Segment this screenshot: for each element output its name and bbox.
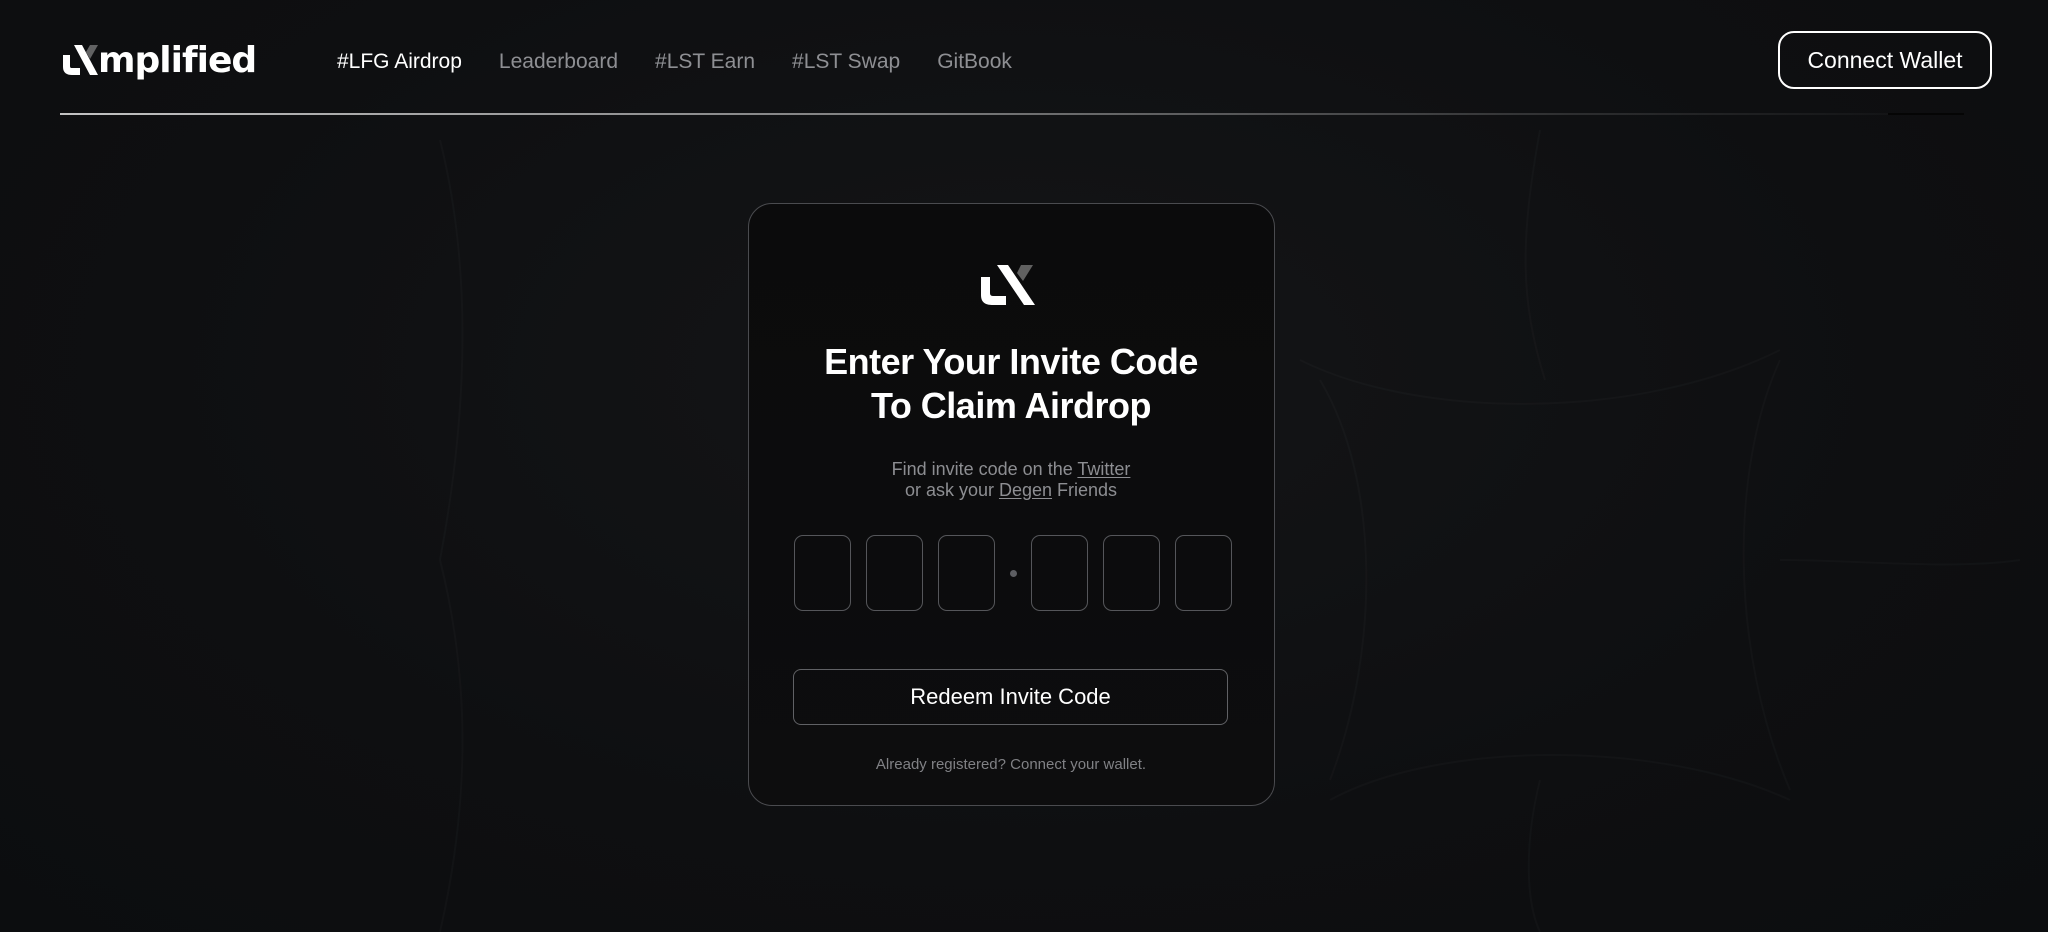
nav-item-lst-earn[interactable]: #LST Earn: [655, 47, 755, 77]
brand-name: mplified: [98, 40, 257, 81]
degen-link[interactable]: Degen: [999, 480, 1052, 500]
invite-code-card: Enter Your Invite Code To Claim Airdrop …: [748, 203, 1275, 806]
connect-wallet-button[interactable]: Connect Wallet: [1778, 31, 1992, 89]
subtitle-line-2: or ask your Degen Friends: [749, 480, 1273, 501]
card-subtitle: Find invite code on the Twitter or ask y…: [749, 459, 1273, 501]
subtitle-line-1-text: Find invite code on the: [891, 459, 1078, 479]
already-registered-text[interactable]: Already registered? Connect your wallet.: [749, 756, 1273, 773]
amplified-logo-icon: [981, 265, 1035, 305]
brand-logo[interactable]: mplified: [60, 38, 257, 84]
code-digit-2[interactable]: [866, 535, 923, 611]
redeem-invite-code-button[interactable]: Redeem Invite Code: [793, 669, 1228, 725]
amplified-logo-icon: [63, 45, 98, 75]
header-divider-end: [1888, 113, 1964, 115]
card-title-line-2: To Claim Airdrop: [871, 385, 1152, 426]
card-title: Enter Your Invite Code To Claim Airdrop: [749, 340, 1273, 428]
nav-item-lst-swap[interactable]: #LST Swap: [792, 47, 900, 77]
subtitle-line-1: Find invite code on the Twitter: [749, 459, 1273, 480]
code-separator-dot: [1010, 569, 1017, 577]
code-digit-5[interactable]: [1103, 535, 1160, 611]
header-divider: [60, 113, 1965, 115]
nav-item-gitbook[interactable]: GitBook: [937, 47, 1012, 77]
invite-code-inputs: [794, 535, 1232, 611]
code-digit-4[interactable]: [1031, 535, 1088, 611]
main-nav: #LFG Airdrop Leaderboard #LST Earn #LST …: [337, 47, 1012, 77]
subtitle-line-2-text: or ask your: [904, 480, 999, 500]
code-digit-1[interactable]: [794, 535, 851, 611]
top-header: mplified #LFG Airdrop Leaderboard #LST E…: [0, 0, 2048, 116]
code-digit-6[interactable]: [1175, 535, 1232, 611]
nav-item-lfg-airdrop[interactable]: #LFG Airdrop: [337, 47, 462, 77]
nav-item-leaderboard[interactable]: Leaderboard: [499, 47, 618, 77]
twitter-link[interactable]: Twitter: [1077, 459, 1130, 479]
page: mplified #LFG Airdrop Leaderboard #LST E…: [0, 0, 2048, 932]
card-title-line-1: Enter Your Invite Code: [824, 341, 1198, 382]
subtitle-line-2-suffix: Friends: [1052, 480, 1118, 500]
code-digit-3[interactable]: [938, 535, 995, 611]
